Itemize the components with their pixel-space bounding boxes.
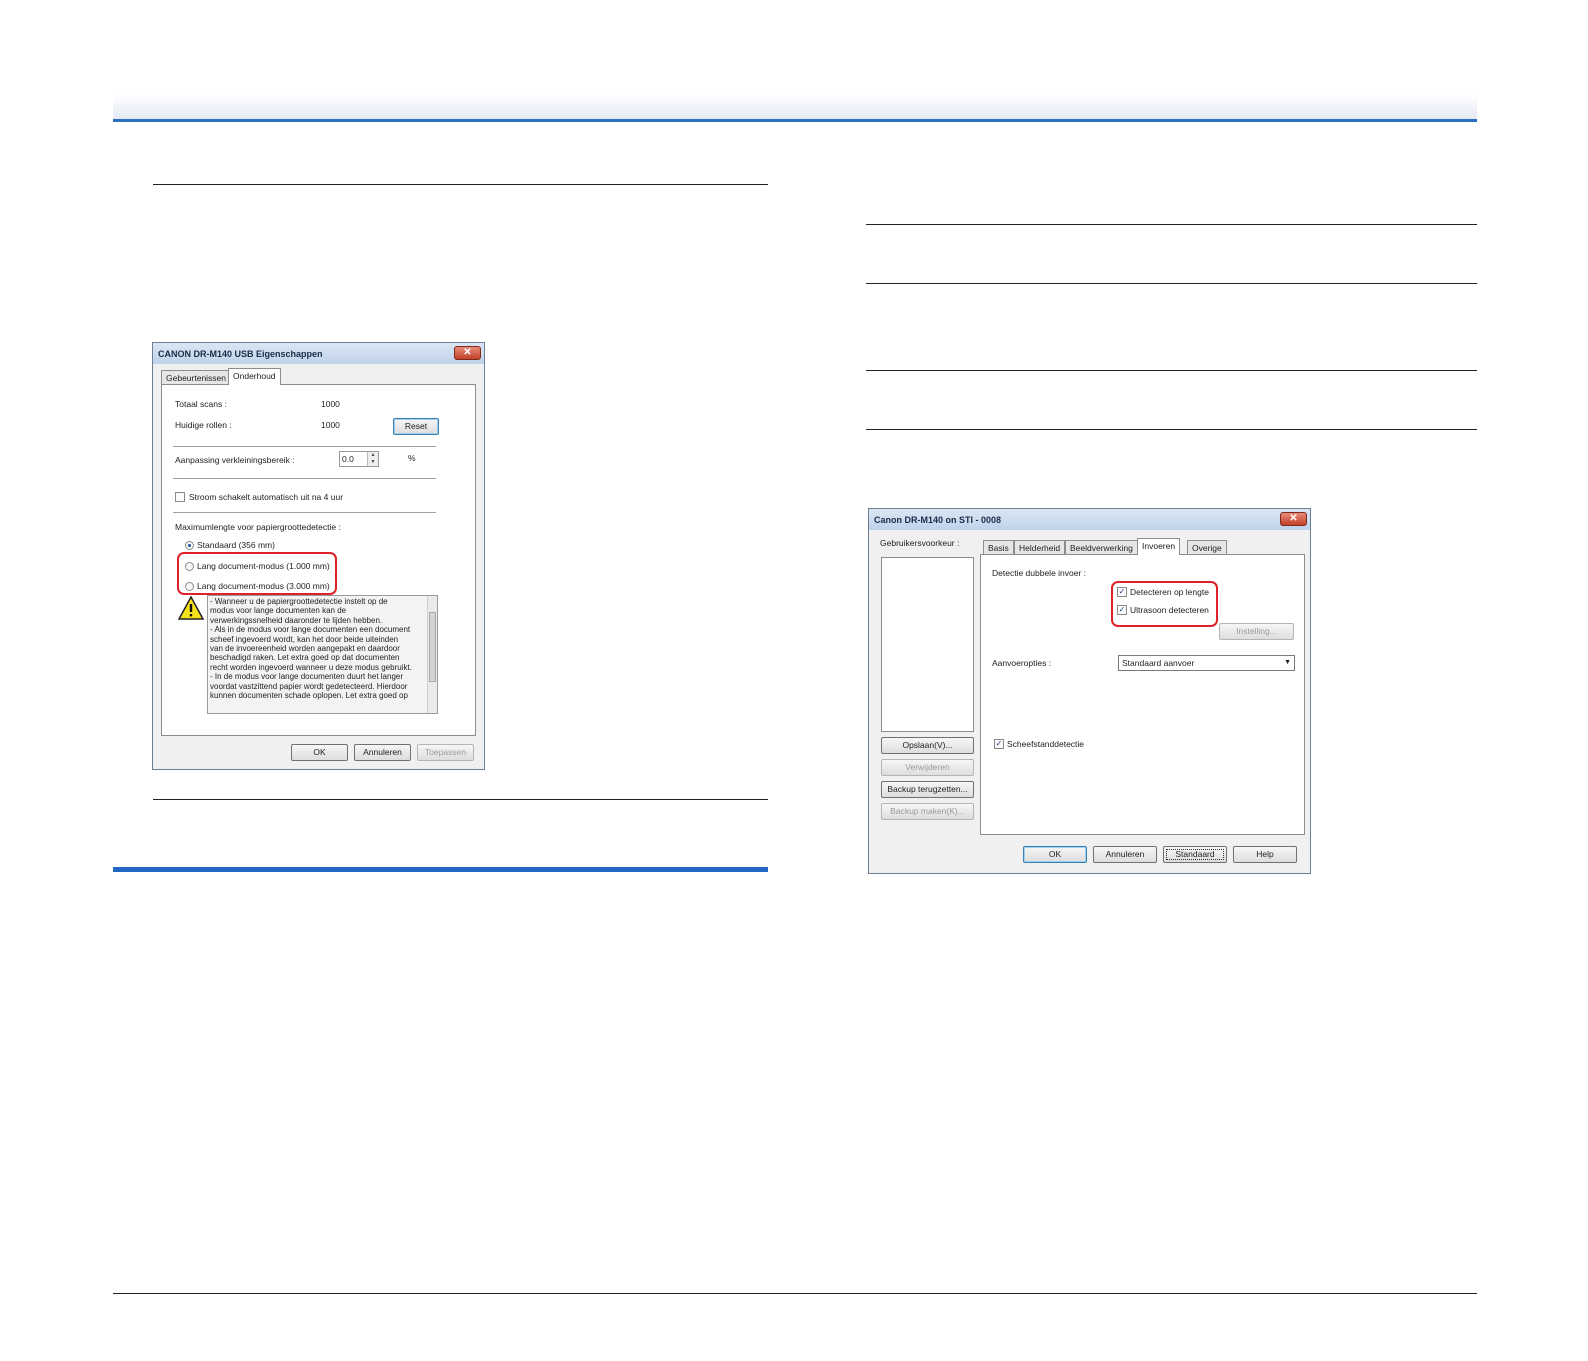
page-header-band [113, 95, 1477, 122]
apply-button[interactable]: Toepassen [417, 744, 474, 761]
power-off-checkbox[interactable] [175, 492, 185, 502]
warning-line: recht worden ingevoerd wanneer u deze mo… [210, 662, 412, 672]
dialog-title: CANON DR-M140 USB Eigenschappen [158, 348, 323, 359]
user-prefs-label: Gebruikersvoorkeur : [880, 538, 960, 548]
reset-button[interactable]: Reset [393, 418, 439, 435]
highlight-box [177, 552, 337, 595]
right-section-rule-2 [866, 283, 1477, 284]
tab-events[interactable]: Gebeurtenissen [161, 370, 232, 385]
skew-checkbox[interactable]: ✓ [994, 739, 1004, 749]
tab-feeding[interactable]: Invoeren [1137, 538, 1181, 555]
power-off-label: Stroom schakelt automatisch uit na 4 uur [189, 492, 344, 502]
tab-image-processing[interactable]: Beeldverwerking [1065, 540, 1138, 555]
warning-line: modus voor lange documenten kan de [210, 606, 347, 616]
tab-other[interactable]: Overige [1187, 540, 1227, 555]
separator [173, 446, 436, 447]
close-icon[interactable]: ✕ [454, 346, 481, 360]
total-scans-label: Totaal scans : [175, 399, 227, 409]
right-section-rule-1 [866, 224, 1477, 225]
user-prefs-list[interactable] [881, 557, 974, 732]
dialog-titlebar[interactable]: Canon DR-M140 on STI - 0008 ✕ [869, 509, 1310, 530]
warning-line: van de invoereenheid worden aangepakt en… [210, 644, 400, 654]
cancel-button[interactable]: Annuleren [1093, 846, 1157, 863]
right-section-rule-4 [866, 429, 1477, 430]
dialog-titlebar[interactable]: CANON DR-M140 USB Eigenschappen ✕ [153, 343, 484, 364]
separator [173, 478, 436, 479]
delete-button[interactable]: Verwijderen [881, 759, 974, 776]
warning-scrollbar[interactable] [427, 596, 437, 713]
maintenance-panel: Totaal scans : 1000 Huidige rollen : 100… [161, 384, 476, 736]
reduction-label: Aanpassing verkleiningsbereik : [175, 455, 295, 465]
scroll-thumb[interactable] [429, 612, 436, 682]
warning-icon [178, 596, 204, 620]
warning-line: kunnen documenten schade oplopen. Let ex… [210, 691, 408, 701]
properties-dialog: CANON DR-M140 USB Eigenschappen ✕ Gebeur… [152, 342, 485, 770]
total-scans-value: 1000 [321, 399, 340, 409]
current-roller-label: Huidige rollen : [175, 420, 232, 430]
reduction-value: 0.0 [342, 454, 354, 464]
feed-options-label: Aanvoeropties : [992, 658, 1052, 668]
cancel-button[interactable]: Annuleren [354, 744, 411, 761]
skew-label: Scheefstanddetectie [1007, 739, 1085, 749]
separator [173, 512, 436, 513]
default-button[interactable]: Standaard [1163, 846, 1227, 863]
footer-rule [113, 1293, 1477, 1294]
restore-backup-button[interactable]: Backup terugzetten... [881, 781, 974, 798]
radio-standard[interactable] [185, 541, 194, 550]
warning-line: - Wanneer u de papiergroottedetectie ins… [210, 597, 388, 606]
warning-line: voordat vastzittend papier wordt gedetec… [210, 681, 408, 691]
help-button[interactable]: Help [1233, 846, 1297, 863]
tab-basis[interactable]: Basis [983, 540, 1014, 555]
feeding-panel: Detectie dubbele invoer : ✓ Detecteren o… [980, 554, 1305, 835]
section-divider-bar [113, 867, 768, 872]
current-roller-value: 1000 [321, 420, 340, 430]
feed-options-select[interactable]: Standaard aanvoer ▼ [1118, 655, 1295, 671]
ok-button[interactable]: OK [1023, 846, 1087, 863]
close-icon[interactable]: ✕ [1280, 512, 1307, 526]
tab-maintenance[interactable]: Onderhoud [228, 368, 281, 385]
chevron-down-icon: ▼ [1284, 659, 1291, 666]
warning-line: - In de modus voor lange documenten duur… [210, 672, 404, 682]
highlight-box [1111, 581, 1218, 627]
dialog-title: Canon DR-M140 on STI - 0008 [874, 514, 1002, 525]
feed-options-value: Standaard aanvoer [1122, 658, 1195, 668]
right-section-rule-3 [866, 370, 1477, 371]
warning-line: scheef ingevoerd wordt, kan het door bei… [210, 634, 399, 644]
warning-line: beschadigd raken. Let extra goed op dat … [210, 653, 400, 663]
tab-brightness[interactable]: Helderheid [1014, 540, 1066, 555]
left-section-rule-top [153, 184, 768, 185]
scanner-settings-dialog: Canon DR-M140 on STI - 0008 ✕ Gebruikers… [868, 508, 1311, 874]
warning-text-box[interactable]: - Wanneer u de papiergroottedetectie ins… [207, 595, 438, 714]
reduction-stepper[interactable]: 0.0 ▲ ▼ [339, 451, 379, 467]
spin-arrows-icon[interactable]: ▲ ▼ [367, 452, 378, 466]
double-feed-label: Detectie dubbele invoer : [992, 568, 1087, 578]
settings-button[interactable]: Instelling... [1219, 623, 1294, 640]
save-button[interactable]: Opslaan(V)... [881, 737, 974, 754]
ok-button[interactable]: OK [291, 744, 348, 761]
make-backup-button[interactable]: Backup maken(K)... [881, 803, 974, 820]
left-section-rule-bottom [153, 799, 768, 800]
reduction-unit: % [408, 453, 416, 463]
max-length-label: Maximumlengte voor papiergroottedetectie… [175, 522, 341, 532]
warning-line: verwerkingssnelheid daaronder te lijden … [210, 615, 383, 625]
radio-standard-label: Standaard (356 mm) [197, 540, 275, 550]
warning-line: - Als in de modus voor lange documenten … [210, 625, 411, 635]
